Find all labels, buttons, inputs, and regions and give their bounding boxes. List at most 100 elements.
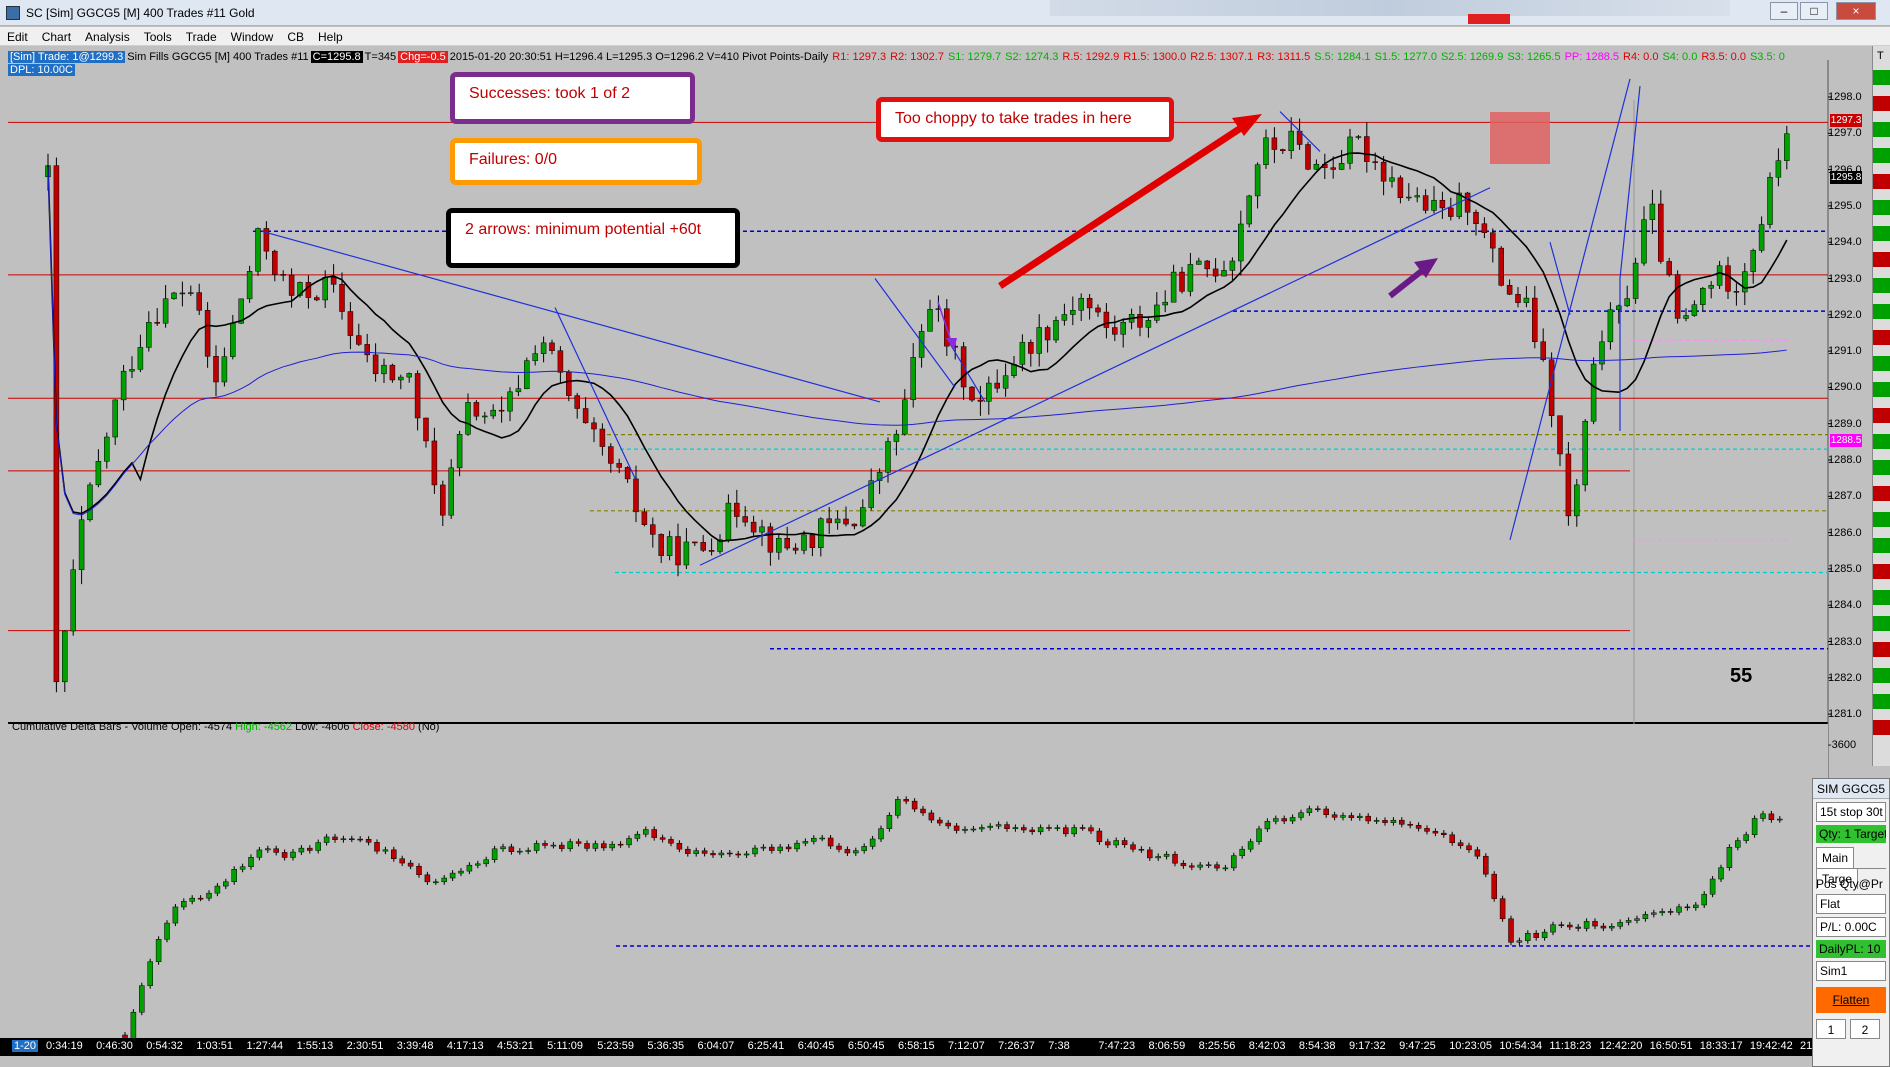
flatten-button[interactable]: Flatten: [1816, 987, 1886, 1013]
delta-bar: [769, 846, 775, 851]
delta-pane: [8, 724, 1828, 1038]
dom-cell: [1873, 486, 1890, 501]
dom-cell: [1873, 174, 1890, 189]
delta-bar: [1105, 841, 1111, 846]
time-tick-label: 7:12:07: [948, 1040, 985, 1052]
pivot-r3: R3: 1311.5: [1257, 51, 1311, 63]
delta-bar: [718, 852, 725, 856]
time-tick-label: 10:23:05: [1449, 1040, 1493, 1052]
delta-bar: [1306, 808, 1313, 813]
delta-bar: [575, 841, 582, 844]
candle-body: [381, 364, 387, 375]
delta-bar: [1777, 818, 1783, 821]
trade-tabs: MainTarge: [1816, 847, 1886, 889]
time-tick-label: 2:30:51: [346, 1040, 384, 1052]
delta-bar: [785, 846, 792, 850]
candle-body: [288, 274, 295, 296]
delta-bar: [197, 897, 204, 900]
price-chart[interactable]: [0, 0, 1890, 1067]
candle-body: [1523, 297, 1530, 303]
candle-body: [1506, 285, 1513, 295]
delta-tail: (No): [418, 721, 440, 733]
delta-bar: [827, 837, 834, 847]
delta-bar: [130, 1011, 137, 1039]
delta-bar: [1365, 815, 1371, 822]
candle-body: [1028, 342, 1034, 354]
dom-cell: [1873, 122, 1890, 137]
candle-body: [473, 402, 480, 417]
tab-main[interactable]: Main: [1816, 847, 1855, 868]
candle-body: [549, 342, 555, 351]
candle-body: [423, 417, 429, 442]
time-tick-label: 4:53:21: [497, 1040, 534, 1052]
delta-bar: [1701, 893, 1707, 906]
candle-body: [1431, 199, 1437, 211]
close-value: C=1295.8: [310, 51, 363, 63]
delta-bar: [659, 837, 666, 840]
time-tick-label: 6:25:41: [747, 1040, 785, 1052]
delta-bar: [701, 850, 708, 854]
candle-body: [406, 373, 412, 378]
pivot-r25: R2.5: 1307.1: [1190, 51, 1254, 63]
candle-body: [1716, 265, 1723, 286]
delta-bar: [626, 838, 632, 846]
candle-body: [280, 274, 286, 276]
failures-note[interactable]: Failures: 0/0: [450, 138, 702, 185]
choppy-note[interactable]: Too choppy to take trades in here: [876, 97, 1174, 142]
delta-bar: [1642, 914, 1649, 919]
qty-button-2[interactable]: 2: [1850, 1019, 1880, 1039]
delta-bar: [1046, 827, 1052, 829]
time-tick-label: 1:03:51: [196, 1040, 234, 1052]
candle-body: [759, 526, 765, 533]
delta-bar: [424, 874, 431, 883]
delta-bar: [290, 851, 296, 858]
delta-bar: [491, 848, 498, 860]
dom-cell: [1873, 434, 1890, 449]
arrows-note[interactable]: 2 arrows: minimum potential +60t: [446, 208, 740, 268]
delta-bar: [298, 847, 305, 853]
candle-body: [708, 550, 715, 552]
delta-bar: [685, 848, 691, 854]
candle-body: [482, 415, 488, 418]
sim-fills-label: Sim Fills GGCG5 [M] 400 Trades #11: [127, 51, 309, 63]
time-tick-label: 5:11:09: [547, 1040, 584, 1052]
candle-body: [750, 521, 757, 533]
dom-cell: [1873, 304, 1890, 319]
delta-bar: [937, 819, 943, 824]
candle-body: [1036, 327, 1042, 354]
candle-body: [1364, 136, 1370, 162]
candle-body: [683, 541, 690, 566]
candle-body: [1456, 192, 1462, 217]
delta-bar: [617, 843, 624, 846]
delta-bar: [1751, 818, 1758, 835]
delta-bar: [508, 846, 515, 852]
delta-bar: [1130, 844, 1136, 850]
target-zone: [1490, 112, 1550, 164]
candle-body: [1481, 223, 1488, 233]
daily-pl-field: DailyPL: 10: [1816, 940, 1886, 958]
delta-bar: [979, 827, 985, 830]
candle-body: [1658, 203, 1664, 262]
delta-bar: [1575, 926, 1581, 929]
delta-bar: [710, 853, 716, 856]
candle-body: [692, 541, 698, 544]
candle-body: [742, 516, 748, 523]
delta-bar: [1768, 813, 1775, 820]
strategy-select[interactable]: 15t stop 30t ta: [1816, 802, 1886, 822]
delta-bar: [1466, 845, 1472, 851]
delta-bar: [1483, 855, 1489, 875]
candle-body: [1725, 265, 1731, 292]
successes-note[interactable]: Successes: took 1 of 2: [450, 72, 695, 124]
delta-bar: [743, 853, 750, 856]
candle-body: [574, 395, 580, 409]
bar-counter: 55: [1730, 665, 1753, 687]
time-tick-label: 9:47:25: [1399, 1040, 1436, 1052]
dom-cell: [1873, 590, 1890, 605]
delta-bar: [1214, 864, 1220, 869]
delta-bar: [1634, 918, 1640, 921]
dom-cell: [1873, 642, 1890, 657]
delta-bar: [441, 877, 447, 883]
account-select[interactable]: Sim1: [1816, 961, 1886, 981]
candle-body: [314, 297, 320, 301]
qty-button-1[interactable]: 1: [1816, 1019, 1846, 1039]
